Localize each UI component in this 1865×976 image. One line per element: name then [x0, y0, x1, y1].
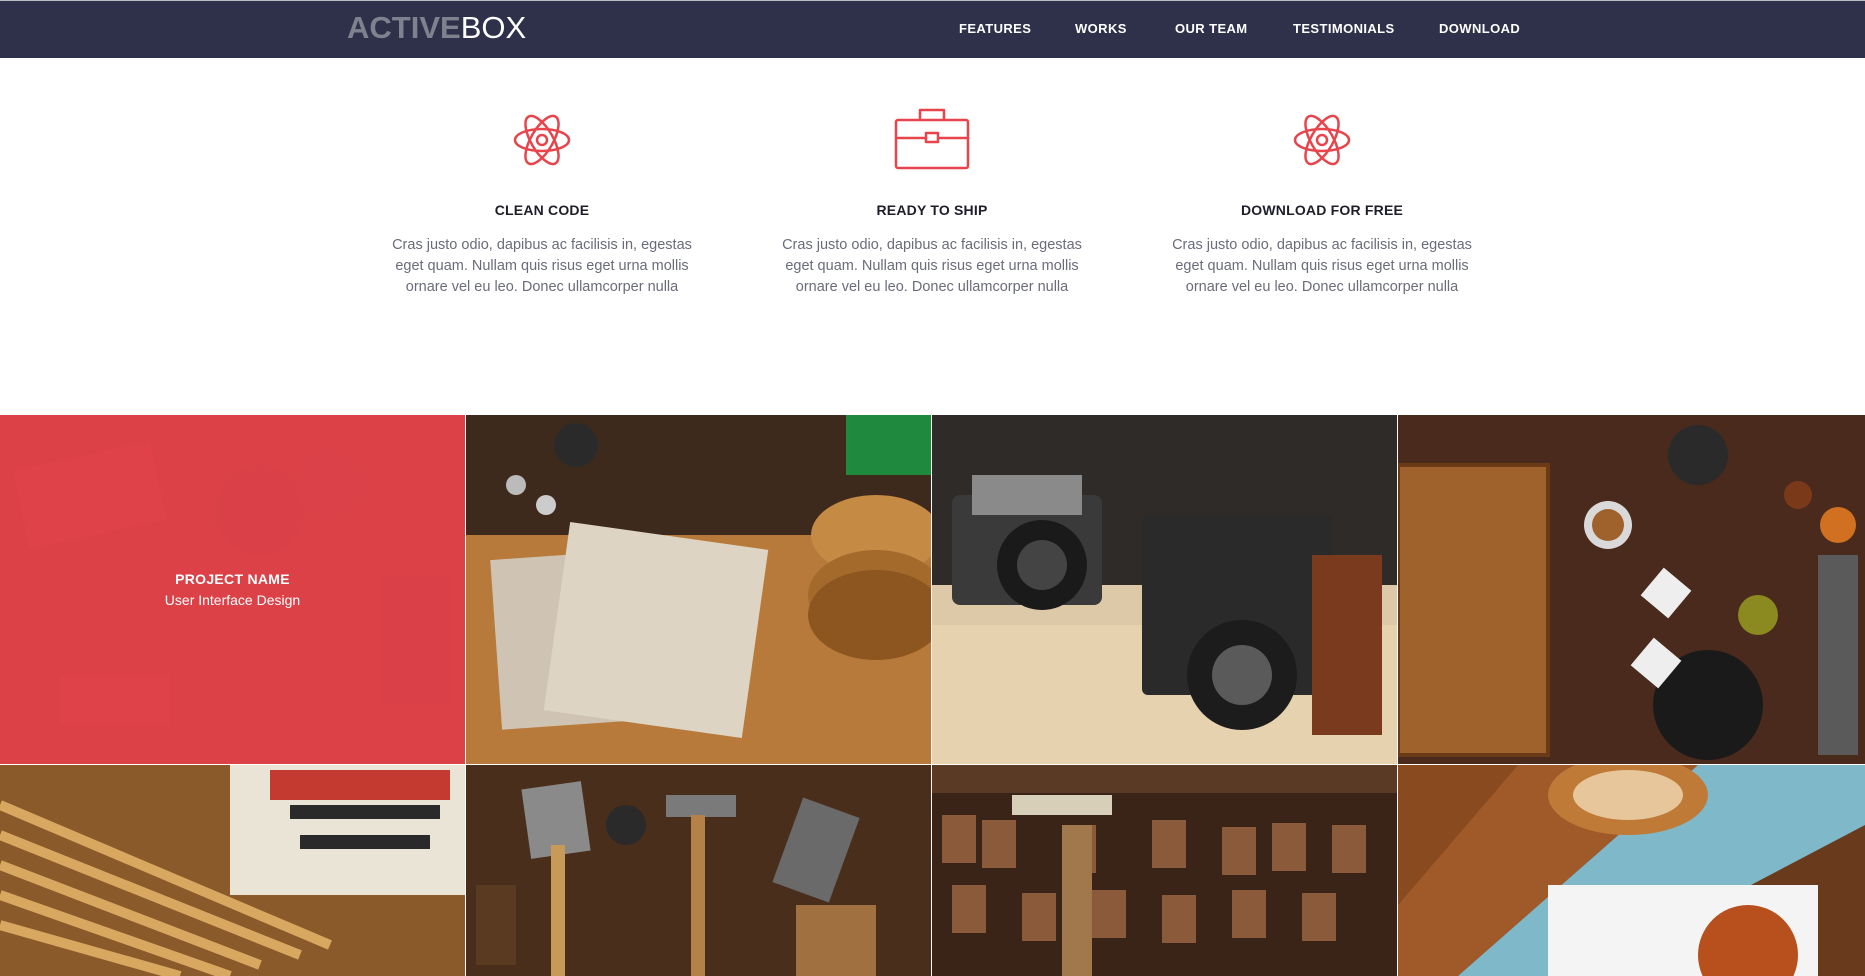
atom-icon: [1282, 100, 1362, 180]
portfolio-item-coffee[interactable]: [1398, 765, 1865, 976]
portfolio-grid: PROJECT NAME User Interface Design: [0, 415, 1865, 976]
wood-type-photo: [932, 765, 1397, 976]
portfolio-item-rulers[interactable]: [0, 765, 465, 976]
nav-download[interactable]: DOWNLOAD: [1439, 21, 1520, 36]
nav-features[interactable]: FEATURES: [959, 21, 1031, 36]
rulers-photo: [0, 765, 465, 976]
nav-testimonials[interactable]: TESTIMONIALS: [1293, 21, 1395, 36]
feature-ready-to-ship: READY TO SHIP Cras justo odio, dapibus a…: [772, 100, 1092, 298]
coffee-photo: [1398, 765, 1865, 976]
cameras-photo: [932, 415, 1397, 764]
tools-photo: [466, 765, 931, 976]
portfolio-item-wood-type[interactable]: [932, 765, 1397, 976]
feature-title: DOWNLOAD FOR FREE: [1240, 202, 1404, 218]
atom-icon: [502, 100, 582, 180]
briefcase-icon: [892, 100, 972, 180]
project-name: PROJECT NAME: [175, 571, 290, 587]
notebooks-photo: [466, 415, 931, 764]
portfolio-item-letterpress[interactable]: PROJECT NAME User Interface Design: [0, 415, 465, 764]
feature-title: READY TO SHIP: [876, 202, 988, 218]
kitchen-photo: [1398, 415, 1865, 764]
portfolio-item-cameras[interactable]: [932, 415, 1397, 764]
nav-our-team[interactable]: OUR TEAM: [1175, 21, 1248, 36]
portfolio-item-kitchen[interactable]: [1398, 415, 1865, 764]
feature-description: Cras justo odio, dapibus ac facilisis in…: [392, 237, 692, 295]
top-navbar: ACTIVEBOX FEATURES WORKS OUR TEAM TESTIM…: [0, 0, 1865, 58]
nav-works[interactable]: WORKS: [1075, 21, 1127, 36]
feature-clean-code: CLEAN CODE Cras justo odio, dapibus ac f…: [382, 100, 702, 298]
feature-title: CLEAN CODE: [494, 202, 590, 218]
feature-description: Cras justo odio, dapibus ac facilisis in…: [1172, 237, 1472, 295]
feature-download-for-free: DOWNLOAD FOR FREE Cras justo odio, dapib…: [1162, 100, 1482, 298]
project-category: User Interface Design: [164, 592, 301, 608]
portfolio-item-tools[interactable]: [466, 765, 931, 976]
feature-description: Cras justo odio, dapibus ac facilisis in…: [782, 237, 1082, 295]
nav-menu: FEATURES WORKS OUR TEAM TESTIMONIALS DOW…: [0, 21, 1865, 41]
portfolio-hover-overlay: PROJECT NAME User Interface Design: [0, 415, 465, 764]
portfolio-item-notebooks[interactable]: [466, 415, 931, 764]
